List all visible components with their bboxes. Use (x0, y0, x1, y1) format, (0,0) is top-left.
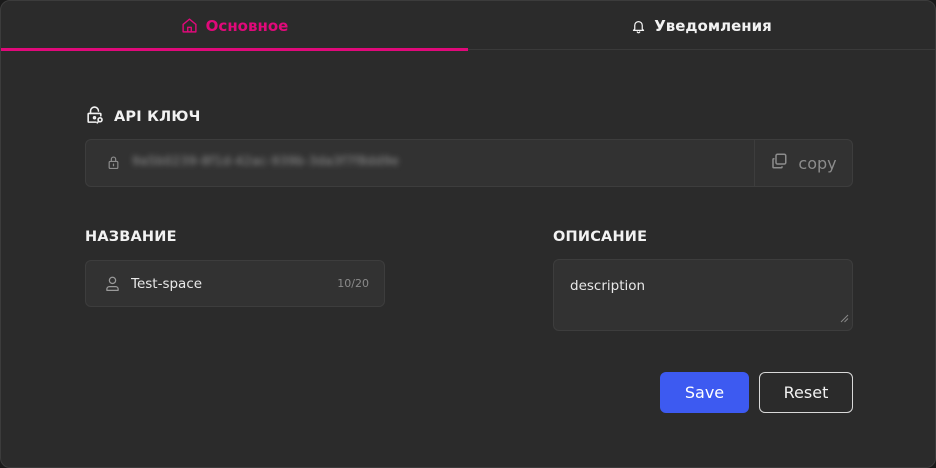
save-button[interactable]: Save (660, 372, 749, 413)
copy-label: copy (798, 153, 837, 173)
copy-icon (770, 152, 788, 174)
user-icon (105, 275, 120, 296)
description-heading: ОПИСАНИЕ (553, 229, 648, 245)
bell-icon (631, 18, 646, 34)
reset-button[interactable]: Reset (759, 372, 853, 413)
api-key-title: API КЛЮЧ (114, 109, 201, 125)
name-heading: НАЗВАНИЕ (85, 229, 177, 245)
api-key-heading: API КЛЮЧ (85, 105, 201, 129)
api-key-value: 9a5b0239-8f1d-42ac-939b-3da3f7f8dd9e (132, 154, 400, 168)
lock-icon (107, 155, 120, 174)
resize-handle-icon[interactable] (839, 308, 849, 327)
copy-button[interactable]: copy (754, 140, 852, 186)
description-field: description (553, 259, 853, 331)
settings-panel: Основное Уведомления API КЛЮЧ 9a5b0239-8… (0, 0, 936, 468)
name-char-counter: 10/20 (337, 277, 369, 290)
lock-key-icon (85, 105, 104, 129)
name-input[interactable] (131, 261, 331, 306)
api-key-field: 9a5b0239-8f1d-42ac-939b-3da3f7f8dd9e cop… (85, 139, 853, 187)
tab-main-label: Основное (205, 16, 289, 35)
tab-main[interactable]: Основное (1, 1, 468, 51)
home-icon (181, 17, 198, 34)
tab-notifications-label: Уведомления (654, 16, 772, 35)
name-field: 10/20 (85, 260, 385, 307)
description-input[interactable]: description (570, 278, 830, 318)
tab-notifications[interactable]: Уведомления (468, 1, 935, 50)
active-tab-indicator (1, 48, 468, 51)
tab-bar: Основное Уведомления (1, 1, 935, 51)
